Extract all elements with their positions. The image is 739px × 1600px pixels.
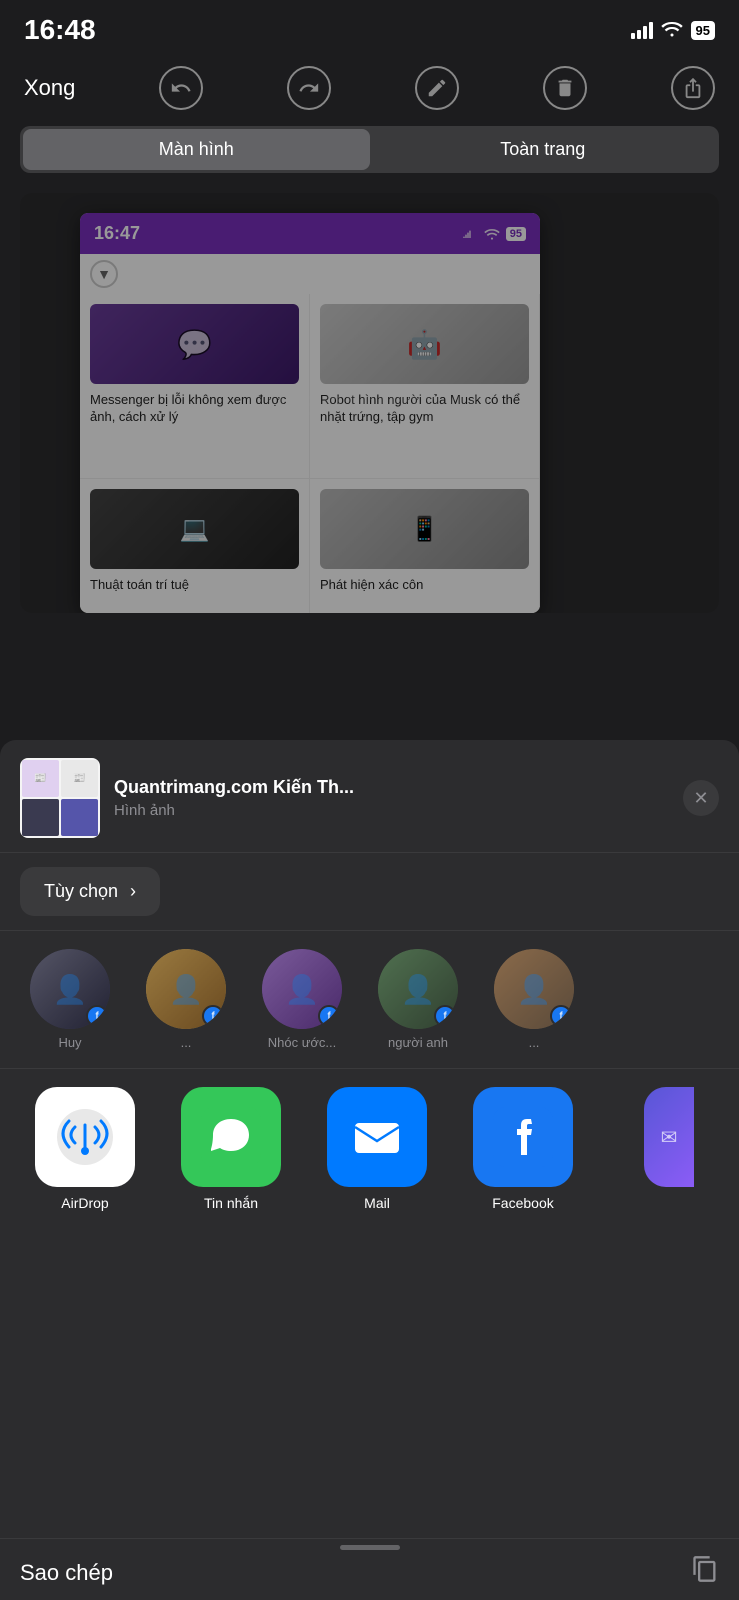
copy-icon (691, 1555, 719, 1590)
undo-button[interactable] (159, 66, 203, 110)
trash-button[interactable] (543, 66, 587, 110)
apps-row: AirDrop Tin nhắn (20, 1087, 719, 1211)
options-button[interactable]: Tùy chọn › (20, 867, 160, 916)
share-close-button[interactable]: ✕ (683, 780, 719, 816)
airdrop-icon (35, 1087, 135, 1187)
contact-avatar: 👤 f (30, 949, 110, 1029)
signal-icon (631, 21, 653, 39)
app-item-mail[interactable]: Mail (312, 1087, 442, 1211)
copy-label: Sao chép (20, 1560, 113, 1586)
contact-name: ... (529, 1035, 540, 1050)
contact-item[interactable]: 👤 f Nhóc ước... (252, 949, 352, 1050)
redo-button[interactable] (287, 66, 331, 110)
contact-avatar: 👤 f (262, 949, 342, 1029)
bottom-bar: Sao chép (0, 1538, 739, 1600)
contact-name: ... (181, 1035, 192, 1050)
app-item-airdrop[interactable]: AirDrop (20, 1087, 150, 1211)
apps-section: AirDrop Tin nhắn (0, 1069, 739, 1235)
pen-button[interactable] (415, 66, 459, 110)
app-label-messages: Tin nhắn (204, 1195, 258, 1211)
share-sheet: 📰 📰 Quantrimang.com Kiến Th... Hình ảnh … (0, 740, 739, 1600)
wifi-icon (661, 19, 683, 42)
app-item-facebook[interactable]: Facebook (458, 1087, 588, 1211)
segment-screen[interactable]: Màn hình (23, 129, 370, 170)
status-time: 16:48 (24, 14, 96, 46)
contact-item[interactable]: 👤 f Huy (20, 949, 120, 1050)
contact-name: người anh (388, 1035, 448, 1050)
app-item-messages[interactable]: Tin nhắn (166, 1087, 296, 1211)
partial-app-icon: ✉ (644, 1087, 694, 1187)
messages-icon (181, 1087, 281, 1187)
home-handle (340, 1545, 400, 1550)
contacts-section: 👤 f Huy 👤 f ... 👤 f Nhóc ước... (0, 931, 739, 1069)
contact-avatar: 👤 f (494, 949, 574, 1029)
chevron-right-icon: › (130, 881, 136, 902)
battery-indicator: 95 (691, 21, 715, 40)
mail-icon (327, 1087, 427, 1187)
contact-avatar: 👤 f (378, 949, 458, 1029)
contact-name: Huy (58, 1035, 81, 1050)
contact-name: Nhóc ước... (268, 1035, 337, 1050)
contact-badge: f (434, 1005, 456, 1027)
contact-badge: f (550, 1005, 572, 1027)
contact-item[interactable]: 👤 f ... (484, 949, 584, 1050)
app-label-airdrop: AirDrop (61, 1195, 108, 1211)
done-button[interactable]: Xong (24, 75, 75, 101)
contact-badge: f (318, 1005, 340, 1027)
options-row: Tùy chọn › (0, 853, 739, 931)
share-thumbnail: 📰 📰 (20, 758, 100, 838)
facebook-icon (473, 1087, 573, 1187)
share-header: 📰 📰 Quantrimang.com Kiến Th... Hình ảnh … (0, 740, 739, 853)
share-info: Quantrimang.com Kiến Th... Hình ảnh (114, 777, 669, 819)
share-subtitle: Hình ảnh (114, 802, 669, 819)
app-item-partial[interactable]: ✉ (604, 1087, 719, 1211)
contact-badge: f (202, 1005, 224, 1027)
contacts-row: 👤 f Huy 👤 f ... 👤 f Nhóc ước... (20, 949, 719, 1050)
segment-fullpage[interactable]: Toàn trang (370, 129, 717, 170)
contact-item[interactable]: 👤 f ... (136, 949, 236, 1050)
toolbar: Xong (0, 56, 739, 126)
contact-avatar: 👤 f (146, 949, 226, 1029)
share-title: Quantrimang.com Kiến Th... (114, 777, 669, 798)
preview-area: 16:47 95 ▼ 💬 Messenger bị lỗi không xem (20, 193, 719, 613)
segment-control: Màn hình Toàn trang (20, 126, 719, 173)
app-label-mail: Mail (364, 1195, 390, 1211)
options-label: Tùy chọn (44, 881, 118, 902)
status-bar: 16:48 95 (0, 0, 739, 56)
contact-item[interactable]: 👤 f người anh (368, 949, 468, 1050)
share-button[interactable] (671, 66, 715, 110)
status-icons: 95 (631, 19, 715, 42)
app-label-facebook: Facebook (492, 1195, 553, 1211)
contact-badge: f (86, 1005, 108, 1027)
